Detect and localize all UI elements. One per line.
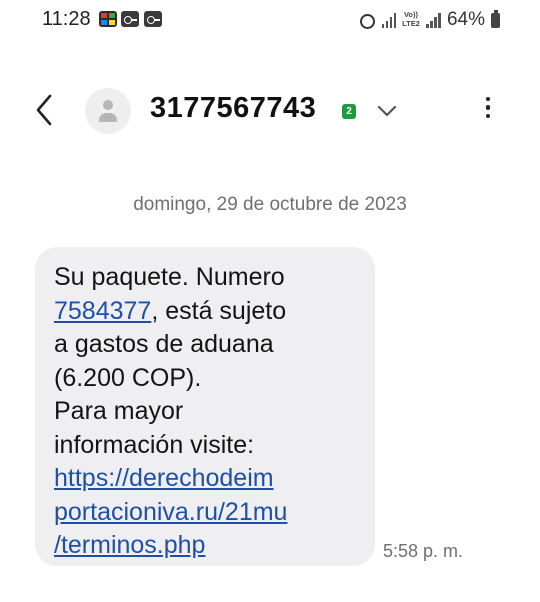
message-line: Para mayor <box>54 397 184 425</box>
message-line: , está sujeto <box>151 296 287 325</box>
chevron-down-icon <box>377 105 397 117</box>
message-bubble[interactable]: Su paquete. Numero 7584377, está sujeto … <box>35 247 375 566</box>
voicemail-icon <box>121 11 139 27</box>
message-text: Su paquete. Numero 7584377, está sujeto … <box>54 261 359 563</box>
avatar[interactable] <box>85 88 131 134</box>
message-link-url[interactable]: /terminos.php <box>54 531 205 559</box>
voicemail-icon <box>144 11 162 27</box>
status-bar: 11:28 Vo)) LTE2 64% <box>0 0 540 40</box>
sim-badge: 2 <box>342 104 356 119</box>
battery-icon <box>491 9 500 28</box>
expand-button[interactable] <box>374 98 400 124</box>
svg-text:LTE2: LTE2 <box>403 19 421 28</box>
date-separator: domingo, 29 de octubre de 2023 <box>133 194 407 215</box>
volte-icon: Vo)) LTE2 <box>402 9 421 31</box>
back-arrow-icon <box>36 94 52 126</box>
message-line: a gastos de aduana <box>54 330 274 358</box>
alarm-icon <box>358 11 376 29</box>
signal-icon <box>381 12 397 28</box>
message-link-url[interactable]: https://derechodeim <box>54 464 274 492</box>
more-options-button[interactable] <box>476 94 500 126</box>
message-line: (6.200 COP). <box>54 363 202 392</box>
svg-text:Vo)): Vo)) <box>404 10 419 19</box>
conversation-header: 3177567743 2 <box>0 80 540 140</box>
message-link-number[interactable]: 7584377 <box>54 297 151 325</box>
message-time: 5:58 p. m. <box>383 541 464 561</box>
status-indicators: Vo)) LTE2 64% <box>358 8 500 32</box>
back-button[interactable] <box>30 92 62 128</box>
more-vertical-icon <box>476 96 500 118</box>
message-line: Su paquete. Numero <box>54 263 285 291</box>
app-notification-icon <box>99 11 117 27</box>
contact-number[interactable]: 3177567743 <box>150 92 316 125</box>
message-link-url[interactable]: portacioniva.ru/21mu <box>54 498 287 526</box>
battery-percent: 64% <box>446 9 485 30</box>
signal-icon <box>426 12 441 28</box>
message-line: información visite: <box>54 430 255 459</box>
status-time: 11:28 <box>42 8 91 30</box>
